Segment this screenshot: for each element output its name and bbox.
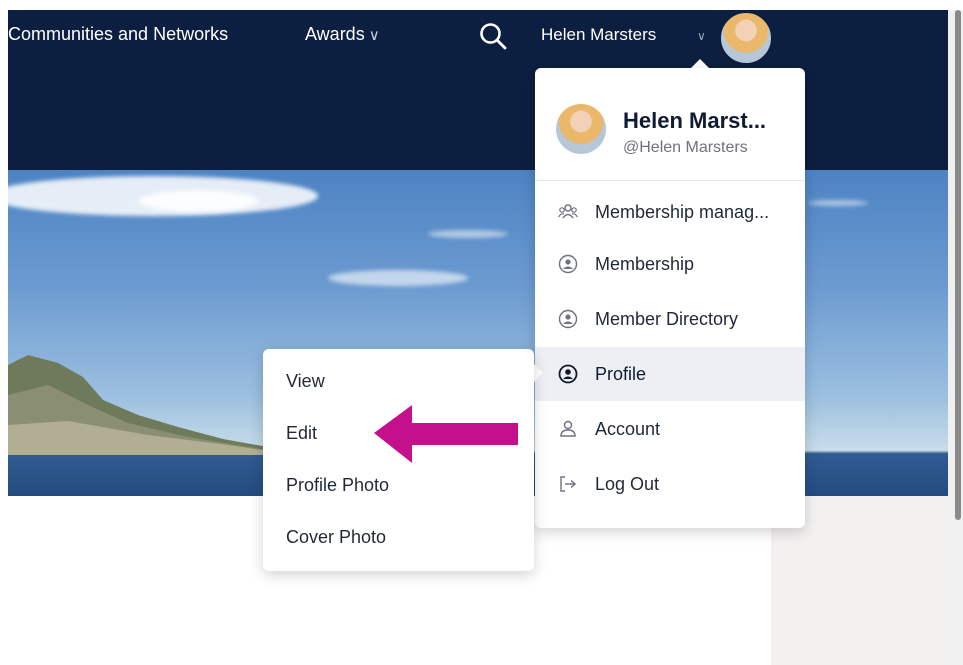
menu-item-label: Membership	[595, 253, 695, 274]
menu-item-membership-management[interactable]: Membership manag...	[535, 185, 805, 239]
menu-item-label: Member Directory	[595, 308, 739, 329]
menu-item-label: Profile	[595, 363, 647, 384]
menu-item-membership[interactable]: Membership	[535, 237, 805, 291]
user-circle-icon	[557, 308, 579, 330]
dropdown-user-handle: @Helen Marsters	[623, 139, 748, 156]
user-menu-chevron-icon[interactable]: ∨	[697, 29, 706, 43]
search-icon[interactable]	[478, 21, 508, 51]
coastline-mountain	[8, 355, 268, 455]
dropdown-user-name: Helen Marst...	[623, 108, 767, 133]
cloud-decoration	[328, 270, 468, 286]
cloud-decoration	[808, 200, 868, 206]
cloud-decoration	[428, 230, 508, 238]
submenu-item-profile-photo[interactable]: Profile Photo	[286, 475, 389, 496]
submenu-item-cover-photo[interactable]: Cover Photo	[286, 527, 386, 548]
nav-link-communities[interactable]: Communities and Networks	[8, 24, 228, 45]
menu-item-label: Log Out	[595, 473, 660, 494]
user-avatar[interactable]	[719, 11, 773, 65]
nav-awards-label: Awards	[305, 24, 365, 44]
submenu-item-view[interactable]: View	[286, 371, 325, 392]
user-circle-icon	[557, 253, 579, 275]
cloud-decoration	[138, 190, 258, 212]
submenu-item-edit[interactable]: Edit	[286, 423, 317, 444]
top-navigation-bar: Communities and Networks Awards ∨ Helen M…	[8, 10, 948, 170]
dropdown-profile-header: Helen Marst... @Helen Marsters	[535, 68, 805, 181]
menu-item-account[interactable]: Account	[535, 402, 805, 456]
dropdown-avatar	[556, 104, 606, 154]
menu-item-member-directory[interactable]: Member Directory	[535, 292, 805, 346]
users-icon	[557, 201, 579, 223]
menu-item-log-out[interactable]: Log Out	[535, 457, 805, 511]
annotation-arrow-icon	[374, 405, 518, 463]
menu-item-profile[interactable]: Profile	[535, 347, 805, 401]
user-menu-name[interactable]: Helen Marsters	[541, 25, 656, 45]
user-icon	[557, 418, 579, 440]
chevron-down-icon: ∨	[368, 27, 380, 44]
menu-item-label: Membership manag...	[595, 201, 770, 222]
logout-icon	[557, 473, 579, 495]
user-dropdown-menu: Helen Marst... @Helen Marsters Membershi…	[535, 68, 805, 528]
menu-item-label: Account	[595, 418, 661, 439]
user-circle-icon	[557, 363, 579, 385]
scrollbar-thumb[interactable]	[955, 10, 961, 520]
submenu-caret	[534, 364, 543, 382]
nav-link-awards[interactable]: Awards ∨	[305, 24, 380, 45]
